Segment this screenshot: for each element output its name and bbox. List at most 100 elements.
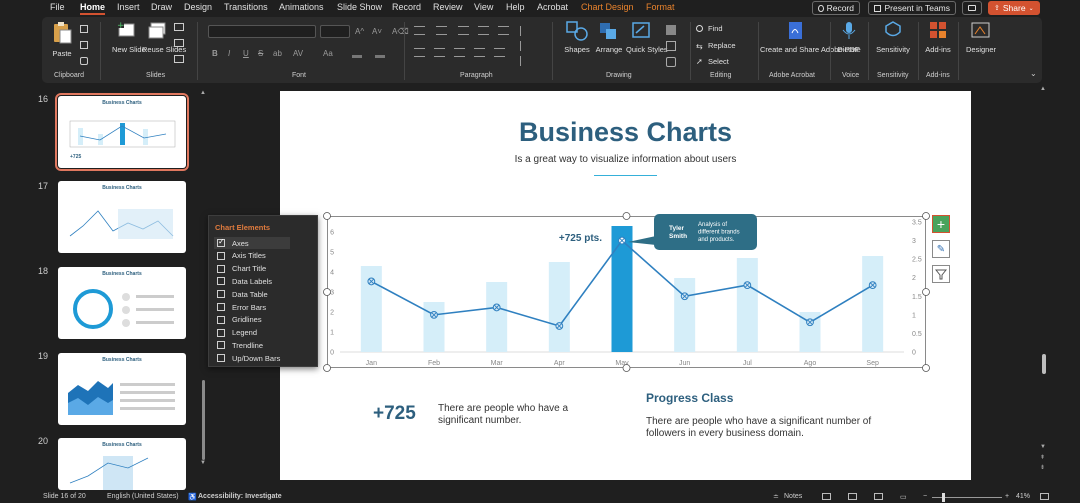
zoom-in-icon[interactable]: +	[1005, 493, 1009, 500]
new-slide-button[interactable]: + New Slide	[112, 21, 146, 67]
slide-thumbnail-18[interactable]: Business Charts	[58, 267, 186, 339]
present-in-teams-button[interactable]: Present in Teams	[868, 1, 956, 15]
replace-button[interactable]: ⇆ Replace	[696, 40, 746, 52]
chart-element-option[interactable]: Chart Title	[214, 263, 290, 275]
scroll-up-icon[interactable]: ▲	[200, 90, 206, 96]
canvas-scrollbar[interactable]: ▲ ▼ ⇞ ⇟	[1040, 86, 1048, 476]
zoom-slider[interactable]	[932, 493, 1002, 502]
zoom-level[interactable]: 41%	[1016, 493, 1030, 500]
share-button[interactable]: ⇪ Share ⌄	[988, 1, 1040, 15]
slide-title[interactable]: Business Charts	[280, 117, 971, 148]
sensitivity-button[interactable]: Sensitivity	[872, 21, 914, 67]
checkbox[interactable]	[217, 290, 225, 299]
slideshow-icon[interactable]: ▭	[900, 493, 907, 501]
menu-transitions[interactable]: Transitions	[224, 2, 268, 12]
chart-element-option[interactable]: Legend	[214, 327, 290, 339]
quick-styles-button[interactable]: Quick Styles	[626, 21, 668, 67]
align-right-icon[interactable]	[454, 48, 465, 57]
menu-file[interactable]: File	[50, 2, 65, 12]
reading-view-icon[interactable]	[874, 493, 883, 500]
reuse-slides-button[interactable]: Reuse Slides	[142, 21, 186, 67]
checkbox[interactable]	[217, 341, 225, 350]
checkbox[interactable]	[217, 264, 225, 273]
chart-element-option[interactable]: Axes	[214, 237, 290, 249]
numbering-icon[interactable]	[436, 26, 447, 35]
menu-view[interactable]: View	[474, 2, 493, 12]
menu-chart-design[interactable]: Chart Design	[581, 2, 634, 12]
bold-button[interactable]: B	[212, 49, 218, 58]
columns-icon[interactable]	[494, 48, 505, 57]
chart-element-option[interactable]: Gridlines	[214, 314, 290, 326]
language[interactable]: English (United States)	[107, 493, 179, 500]
reset-icon[interactable]	[174, 39, 184, 47]
decrease-font-icon[interactable]: A˅	[372, 27, 382, 36]
shape-outline-icon[interactable]	[666, 41, 676, 51]
checkbox[interactable]	[217, 303, 225, 311]
menu-help[interactable]: Help	[506, 2, 525, 12]
shape-fill-icon[interactable]	[666, 25, 676, 35]
slide-sorter-icon[interactable]	[848, 493, 857, 500]
checkbox[interactable]	[217, 237, 225, 247]
clear-format-icon[interactable]: A⌫	[392, 27, 409, 36]
justify-icon[interactable]	[474, 48, 485, 57]
accessibility-icon[interactable]: ♿	[188, 493, 197, 501]
scroll-down-icon[interactable]: ▼	[200, 460, 206, 466]
chart-element-option[interactable]: Error Bars	[214, 301, 290, 313]
copy-icon[interactable]	[80, 41, 88, 49]
slide-thumbnail-20[interactable]: Business Charts	[58, 438, 186, 490]
chart-element-option[interactable]: Data Labels	[214, 275, 290, 287]
menu-record[interactable]: Record	[392, 2, 421, 12]
chart-frame[interactable]	[327, 216, 926, 368]
thumbnail-scrollbar[interactable]: ▲ ▼	[200, 90, 208, 470]
checkbox[interactable]	[217, 315, 225, 324]
increase-font-icon[interactable]: A^	[355, 27, 364, 36]
collapse-ribbon-icon[interactable]: ⌄	[1030, 69, 1037, 78]
slide-subtitle[interactable]: Is a great way to visualize information …	[280, 154, 971, 165]
font-name-combo[interactable]	[208, 25, 316, 38]
progress-title[interactable]: Progress Class	[646, 391, 733, 405]
big-number[interactable]: +725	[373, 403, 416, 425]
create-share-pdf-button[interactable]: Create and Share Adobe PDF	[760, 21, 860, 67]
menu-review[interactable]: Review	[433, 2, 463, 12]
prev-slide-icon[interactable]: ⇞	[1040, 454, 1045, 461]
text-direction-icon[interactable]	[520, 26, 530, 36]
dictate-button[interactable]: Dictate	[834, 21, 864, 67]
menu-home[interactable]: Home	[80, 2, 106, 15]
chart-elements-button[interactable]: +	[932, 215, 950, 233]
font-size-combo[interactable]	[320, 25, 350, 38]
highlight-icon[interactable]	[352, 47, 362, 58]
align-text-icon[interactable]	[520, 41, 530, 51]
menu-acrobat[interactable]: Acrobat	[537, 2, 568, 12]
zoom-out-icon[interactable]: −	[923, 493, 927, 500]
record-button[interactable]: Record	[812, 1, 860, 15]
chart-element-option[interactable]: Axis Titles	[214, 250, 290, 262]
align-center-icon[interactable]	[434, 48, 445, 57]
notes-button[interactable]: Notes	[784, 493, 802, 500]
chart-element-option[interactable]: Up/Down Bars	[214, 352, 290, 364]
font-color-icon[interactable]	[375, 47, 385, 58]
shadow-button[interactable]: ab	[273, 49, 282, 58]
scroll-up-icon[interactable]: ▲	[1040, 86, 1046, 92]
change-case-button[interactable]: Aa	[323, 49, 333, 58]
underline-button[interactable]: U	[243, 49, 249, 58]
section-icon[interactable]	[174, 55, 184, 63]
zoom-slider-thumb[interactable]	[942, 493, 945, 502]
chart-styles-button[interactable]: ✎	[932, 240, 950, 258]
menu-slide-show[interactable]: Slide Show	[337, 2, 382, 12]
italic-button[interactable]: I	[228, 49, 230, 58]
arrange-button[interactable]: Arrange	[594, 21, 624, 67]
slide-thumbnail-16[interactable]: Business Charts +725	[55, 93, 189, 171]
strikethrough-button[interactable]: S	[258, 49, 263, 58]
indent-decrease-icon[interactable]	[458, 26, 469, 35]
add-ins-button[interactable]: Add-ins	[922, 21, 954, 67]
shape-effects-icon[interactable]	[666, 57, 676, 67]
scrollbar-thumb[interactable]	[202, 380, 205, 460]
fit-slide-icon[interactable]	[1040, 493, 1049, 500]
notes-icon[interactable]: ≐	[773, 493, 779, 501]
checkbox[interactable]	[217, 354, 225, 363]
progress-description[interactable]: There are people who have a significant …	[646, 416, 896, 440]
checkbox[interactable]	[217, 251, 225, 260]
chart-filters-button[interactable]	[932, 265, 950, 283]
menu-insert[interactable]: Insert	[117, 2, 140, 12]
slide-thumbnail-17[interactable]: Business Charts	[58, 181, 186, 253]
